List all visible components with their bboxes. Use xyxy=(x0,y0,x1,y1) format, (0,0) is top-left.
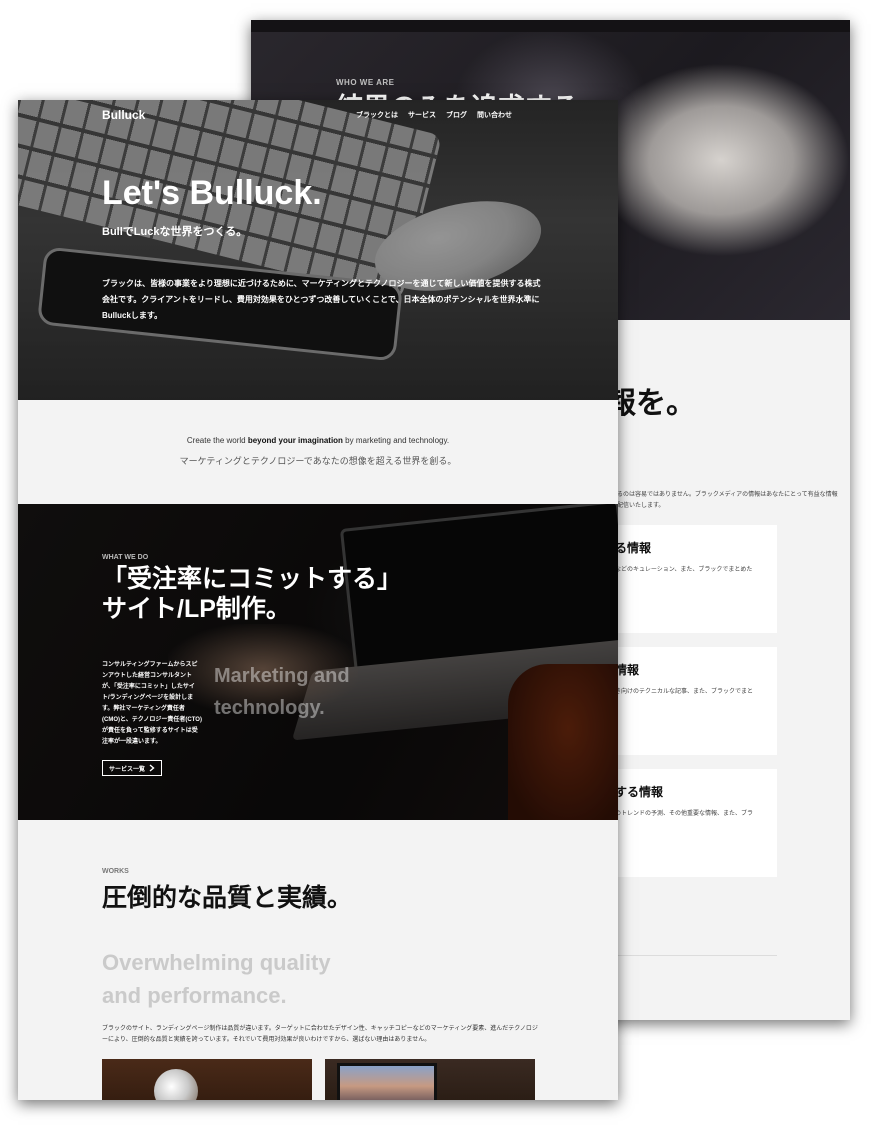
section-description: コンサルティングファームからスピンアウトした経営コンサルタントが、「受注率にコミ… xyxy=(102,662,202,745)
work-thumbnail-lightbulb[interactable] xyxy=(102,1059,312,1100)
section-title-line: 「受注率にコミットする」 xyxy=(102,565,403,593)
service-list-button-label: サービス一覧 xyxy=(109,766,146,773)
hero-subtitle: BullでLuckな世界をつくる。 xyxy=(102,226,248,238)
back-divider xyxy=(611,955,777,956)
back-section-title: 報を。 xyxy=(606,387,696,420)
nav-item-blog[interactable]: ブログ xyxy=(446,110,467,120)
front-page-screenshot: Bulluck ブラックとは サービス ブログ 問い合わせ Let's Bull… xyxy=(18,100,618,1100)
tagline-en: Create the world beyond your imagination… xyxy=(18,436,618,445)
section-title-line: サイト/LP制作。 xyxy=(102,595,291,623)
nav-item-about[interactable]: ブラックとは xyxy=(356,110,398,120)
laptop-screen-image xyxy=(337,1063,437,1100)
hero-overlay xyxy=(18,100,618,400)
work-thumbnail-laptop[interactable] xyxy=(325,1059,535,1100)
lightbulb-image xyxy=(154,1069,198,1100)
global-nav: ブラックとは サービス ブログ 問い合わせ xyxy=(356,110,512,120)
nav-item-services[interactable]: サービス xyxy=(408,110,436,120)
nav-item-contact[interactable]: 問い合わせ xyxy=(477,110,512,120)
works-big-text: Overwhelming quality and performance. xyxy=(102,950,331,1008)
works-description: ブラックのサイト、ランディングページ制作は品質が違います。ターゲットに合わせたデ… xyxy=(102,1026,538,1043)
back-card-desc: のトレンドの予測、その他重要な情報、また、ブラ xyxy=(615,811,754,817)
back-card[interactable]: する情報 のトレンドの予測、その他重要な情報、また、ブラ xyxy=(611,769,777,877)
what-we-do-section: WHAT WE DO 「受注率にコミットする」 サイト/LP制作。 コンサルティ… xyxy=(18,504,618,820)
hero-title: Let's Bulluck. xyxy=(102,174,322,212)
back-card[interactable]: 情報 き向けのテクニカルな記事、また、ブラックでまと xyxy=(611,647,777,755)
works-eyebrow: WORKS xyxy=(102,868,129,875)
hero-description: ブラックは、皆様の事業をより理想に近づけるために、マーケティングとテクノロジーを… xyxy=(102,279,541,320)
tagline-jp: マーケティングとテクノロジーであなたの想像を超える世界を創る。 xyxy=(179,456,457,466)
back-card-title: 情報 xyxy=(615,663,640,677)
works-title: 圧倒的な品質と実績。 xyxy=(102,884,353,912)
tagline-prefix: Create the world xyxy=(186,436,248,445)
tagline-bold: beyond your imagination xyxy=(247,436,343,445)
hero-section: Bulluck ブラックとは サービス ブログ 問い合わせ Let's Bull… xyxy=(18,100,618,400)
service-list-button[interactable]: サービス一覧 xyxy=(102,760,163,776)
back-card-title: する情報 xyxy=(615,785,664,799)
back-card-desc: き向けのテクニカルな記事、また、ブラックでまと xyxy=(615,689,754,695)
section-eyebrow: WHAT WE DO xyxy=(102,554,149,561)
back-card-desc: などのキュレーション、また、ブラックでまとめた xyxy=(615,567,753,573)
site-logo[interactable]: Bulluck xyxy=(102,108,145,122)
mockup-stage: WHO WE ARE 結果のみを追求する 報を。 するのは容易ではありません。ブ… xyxy=(0,0,880,1126)
section-big-text: Marketing and technology. xyxy=(214,665,350,719)
back-card-title: る情報 xyxy=(615,541,652,555)
tagline-suffix: by marketing and technology. xyxy=(342,436,450,445)
back-card[interactable]: る情報 などのキュレーション、また、ブラックでまとめた xyxy=(611,525,777,633)
back-description: するのは容易ではありません。ブラックメディアの情報はあなたにとって有益な情報を配… xyxy=(611,492,838,509)
back-top-band xyxy=(251,20,850,32)
chevron-right-icon xyxy=(149,764,155,772)
section-title: 「受注率にコミットする」 サイト/LP制作。 xyxy=(102,564,402,624)
